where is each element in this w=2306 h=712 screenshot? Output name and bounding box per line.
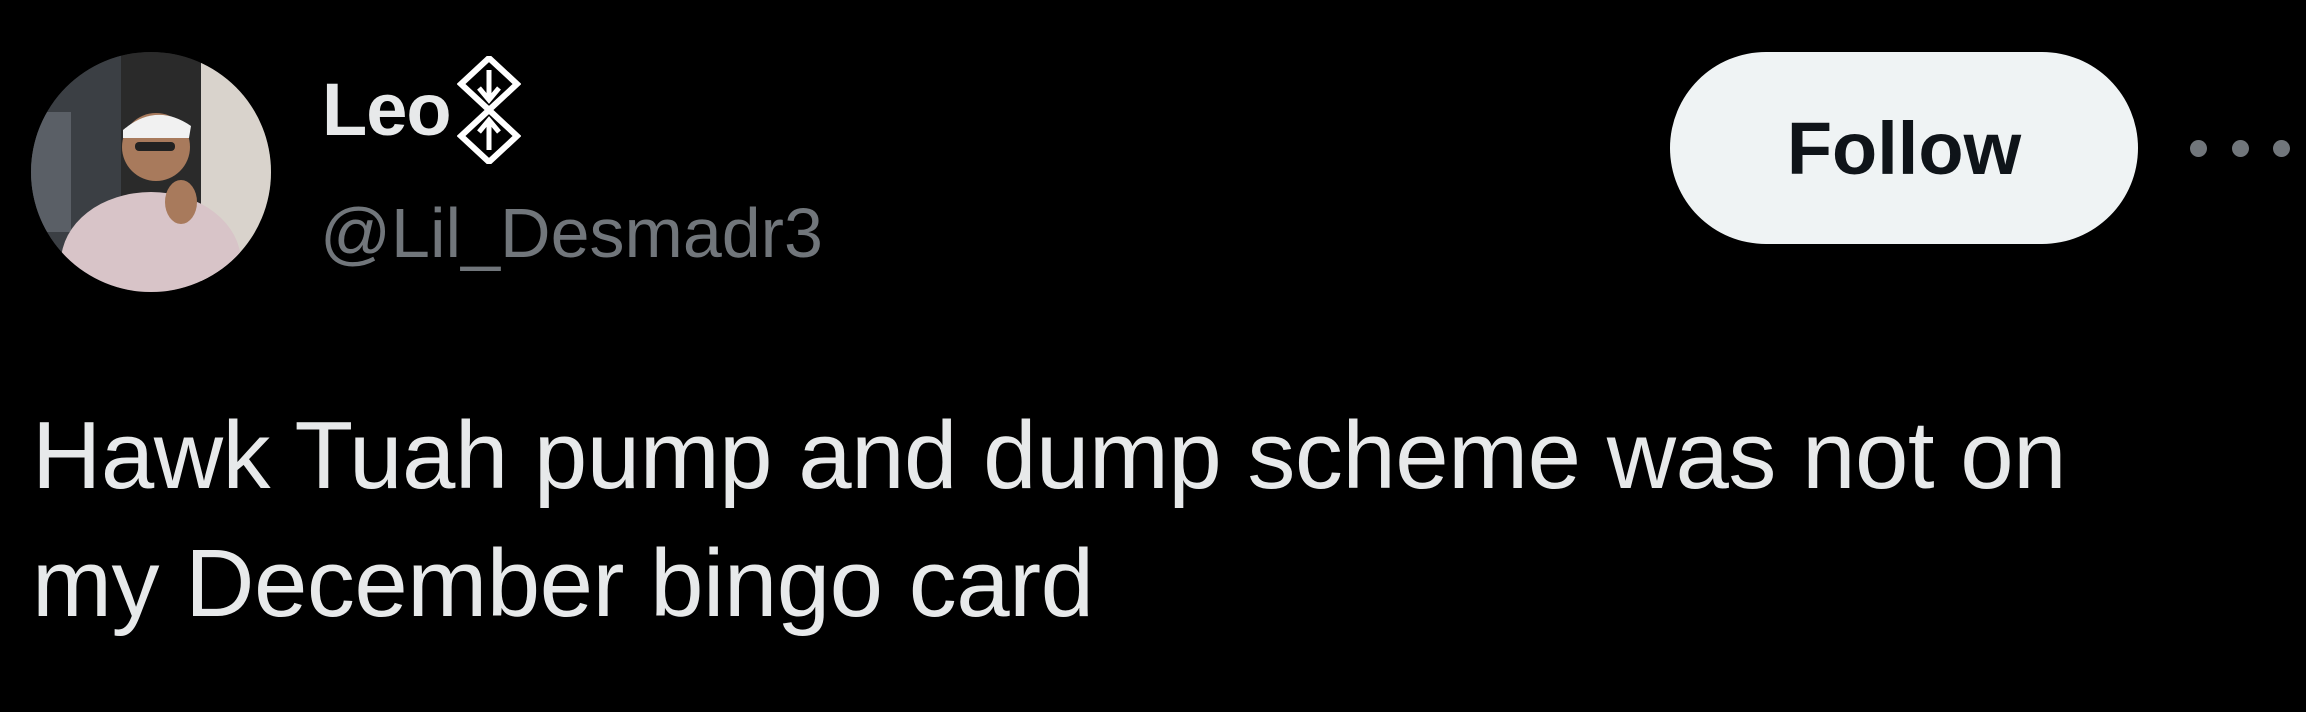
- more-icon[interactable]: [2190, 120, 2290, 176]
- tweet-text-line: my December bingo card: [32, 530, 1094, 637]
- more-dot: [2190, 139, 2207, 157]
- avatar[interactable]: [31, 52, 271, 292]
- display-name[interactable]: Leo: [322, 60, 452, 160]
- more-dot: [2273, 139, 2290, 157]
- diamond-arrow-emoji-icon: [456, 56, 521, 164]
- follow-button[interactable]: Follow: [1670, 52, 2138, 244]
- author-name-row[interactable]: Leo: [322, 56, 521, 164]
- avatar-photo: [31, 52, 271, 292]
- more-dot: [2231, 139, 2249, 157]
- tweet-text-line: Hawk Tuah pump and dump scheme was not o…: [32, 402, 2066, 509]
- user-handle[interactable]: @Lil_Desmadr3: [320, 188, 823, 278]
- tweet-text: Hawk Tuah pump and dump scheme was not o…: [32, 392, 2282, 648]
- tweet-card: Leo @Lil_Desmadr3 Follow Hawk Tuah pump …: [0, 0, 2306, 712]
